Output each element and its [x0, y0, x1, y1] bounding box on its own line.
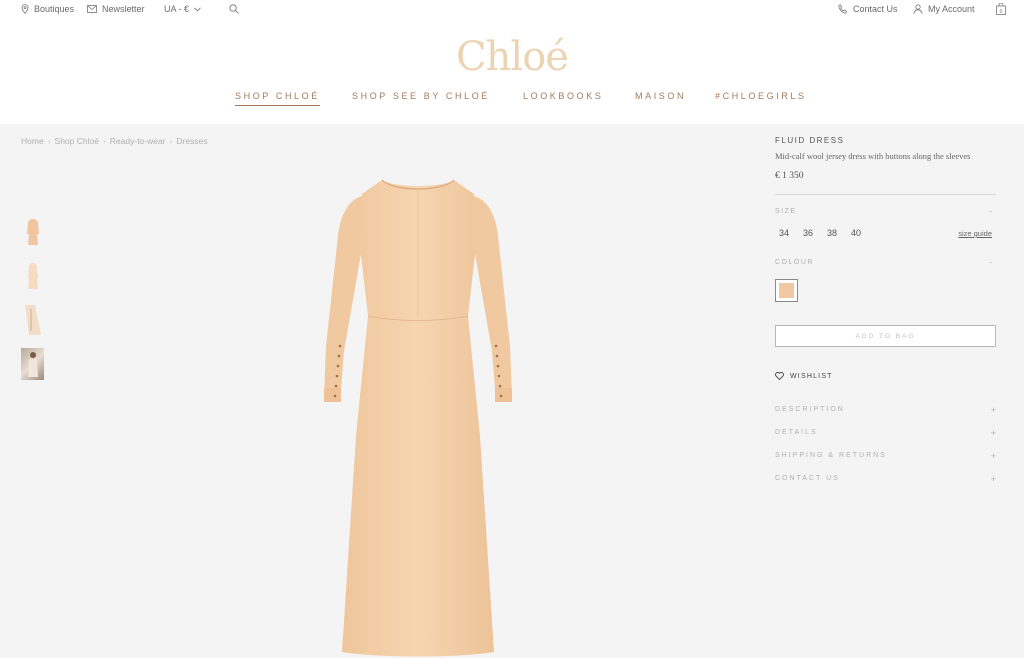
colour-swatch[interactable]	[775, 279, 798, 302]
size-collapse-icon[interactable]: -	[989, 207, 992, 216]
newsletter-label: Newsletter	[102, 4, 145, 14]
boutiques-link[interactable]: Boutiques	[21, 4, 74, 14]
size-label: SIZE	[775, 208, 797, 215]
breadcrumb-dresses[interactable]: Dresses	[176, 136, 207, 146]
colour-collapse-icon[interactable]: -	[989, 258, 992, 267]
thumbnail-model[interactable]	[21, 348, 44, 380]
product-price: € 1 350	[775, 171, 804, 181]
breadcrumb-home[interactable]: Home	[21, 136, 44, 146]
nav-shop-see-by-chloe[interactable]: SHOP SEE BY CHLOÉ	[352, 91, 490, 101]
expand-icon: +	[990, 405, 996, 415]
add-to-bag-button[interactable]: ADD TO BAG	[775, 325, 996, 347]
accordion-shipping-returns[interactable]: SHIPPING & RETURNS +	[775, 451, 996, 464]
product-image[interactable]	[318, 176, 518, 658]
dress-thumbnail-image	[27, 263, 38, 289]
wishlist-button[interactable]: WISHLIST	[775, 372, 833, 380]
thumbnail-detail[interactable]	[21, 304, 44, 336]
accordion-label: CONTACT US	[775, 475, 840, 482]
chevron-down-icon	[194, 6, 201, 11]
nav-shop-chloe[interactable]: SHOP CHLOÉ	[235, 91, 320, 106]
accordion-details[interactable]: DETAILS +	[775, 428, 996, 441]
nav-maison[interactable]: MAISON	[635, 91, 686, 101]
account-label: My Account	[928, 4, 975, 14]
nav-chloegirls[interactable]: #CHLOEGIRLS	[715, 91, 807, 101]
contact-label: Contact Us	[853, 4, 898, 14]
size-option-34[interactable]: 34	[779, 228, 789, 238]
expand-icon: +	[990, 428, 996, 438]
search-button[interactable]	[229, 4, 239, 14]
main-nav: SHOP CHLOÉ SHOP SEE BY CHLOÉ LOOKBOOKS M…	[0, 91, 1024, 111]
accordion-label: DETAILS	[775, 429, 818, 436]
nav-lookbooks[interactable]: LOOKBOOKS	[523, 91, 603, 101]
product-description: Mid-calf wool jersey dress with buttons …	[775, 151, 971, 161]
user-icon	[913, 4, 923, 14]
phone-icon	[838, 4, 848, 14]
accordion-label: SHIPPING & RETURNS	[775, 452, 887, 459]
model-thumbnail-image	[27, 352, 38, 377]
size-guide-link[interactable]: size guide	[958, 229, 992, 238]
contact-link[interactable]: Contact Us	[838, 4, 898, 14]
product-area: Home › Shop Chloé › Ready-to-wear › Dres…	[0, 124, 1024, 658]
envelope-icon	[87, 5, 97, 13]
breadcrumb-separator: ›	[169, 136, 173, 146]
breadcrumb-separator: ›	[47, 136, 51, 146]
accordion-description[interactable]: DESCRIPTION +	[775, 405, 996, 418]
location-pin-icon	[21, 4, 29, 14]
locale-label: UA - €	[164, 4, 190, 14]
size-options: 34 36 38 40	[779, 228, 861, 238]
colour-swatch-fill	[779, 283, 794, 298]
accordion-label: DESCRIPTION	[775, 406, 845, 413]
size-option-40[interactable]: 40	[851, 228, 861, 238]
boutiques-label: Boutiques	[34, 4, 75, 14]
divider	[775, 194, 996, 195]
dress-thumbnail-image	[26, 219, 39, 245]
size-option-36[interactable]: 36	[803, 228, 813, 238]
bag-count: 0	[1000, 9, 1003, 15]
shopping-bag-button[interactable]: 0	[996, 3, 1006, 15]
heart-icon	[775, 372, 784, 380]
account-link[interactable]: My Account	[913, 4, 975, 14]
breadcrumb: Home › Shop Chloé › Ready-to-wear › Dres…	[21, 136, 208, 146]
product-title: FLUID DRESS	[775, 136, 845, 145]
colour-label: COLOUR	[775, 259, 814, 266]
thumbnail-back[interactable]	[21, 260, 44, 292]
wishlist-label: WISHLIST	[790, 372, 833, 380]
shopping-bag-icon: 0	[996, 3, 1006, 15]
locale-selector[interactable]: UA - €	[164, 4, 201, 14]
search-icon	[229, 4, 239, 14]
top-bar: Boutiques Newsletter UA - € Contact Us M…	[0, 0, 1024, 20]
dress-thumbnail-image	[24, 305, 41, 335]
breadcrumb-separator: ›	[102, 136, 106, 146]
breadcrumb-shop-chloe[interactable]: Shop Chloé	[55, 136, 99, 146]
breadcrumb-ready-to-wear[interactable]: Ready-to-wear	[110, 136, 166, 146]
expand-icon: +	[990, 451, 996, 461]
newsletter-link[interactable]: Newsletter	[87, 4, 145, 14]
thumbnail-front[interactable]	[21, 216, 44, 248]
size-option-38[interactable]: 38	[827, 228, 837, 238]
expand-icon: +	[990, 474, 996, 484]
accordion-contact-us[interactable]: CONTACT US +	[775, 474, 996, 487]
brand-logo[interactable]: Chloé	[0, 34, 1024, 80]
